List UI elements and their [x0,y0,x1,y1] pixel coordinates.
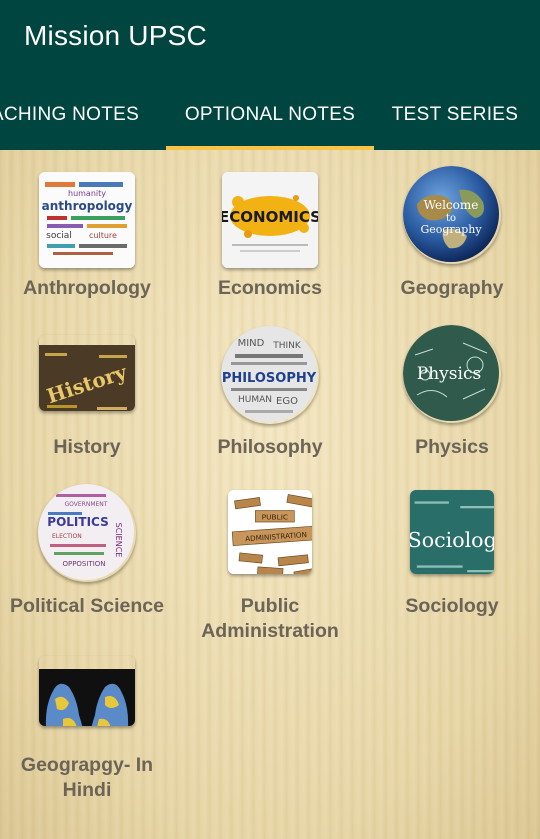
sociology-board-icon: Sociology [410,490,494,574]
svg-text:Physics: Physics [417,364,481,384]
subject-label: Political Science [10,595,164,617]
subject-label: History [53,436,121,458]
public-administration-blocks-icon: PUBLIC ADMINISTRATION [228,490,312,574]
svg-text:GOVERNMENT: GOVERNMENT [65,501,108,508]
svg-text:anthropology: anthropology [42,199,133,213]
svg-text:Geography: Geography [420,223,482,236]
tab-bar: ACHING NOTES OPTIONAL NOTES TEST SERIES [0,86,540,150]
svg-text:OPPOSITION: OPPOSITION [62,560,105,568]
svg-text:THINK: THINK [272,341,302,351]
svg-text:Welcome: Welcome [424,198,479,212]
subject-label: Economics [217,277,323,299]
subject-label: Geography [400,277,504,299]
svg-text:EGO: EGO [276,396,298,407]
philosophy-wordcloud-icon: MIND THINK PHILOSOPHY HUMAN EGO [221,326,319,424]
anthropology-wordcloud-icon: humanity anthropology social culture [39,172,135,268]
subject-label: Physics [415,436,489,458]
svg-text:SCIENCE: SCIENCE [114,523,123,558]
globe-icon: Welcome to Geography [403,166,501,264]
svg-text:social: social [46,231,72,241]
app-title: Mission UPSC [24,20,207,51]
tab-coaching-notes[interactable]: ACHING NOTES [0,86,148,150]
svg-text:PHILOSOPHY: PHILOSOPHY [222,371,317,386]
svg-text:MIND: MIND [238,338,265,349]
subject-label: Anthropology [23,277,151,299]
subject-label: Geograpgy- In Hindi [20,754,154,801]
politics-wordcloud-icon: GOVERNMENT POLITICS ELECTION SCIENCE OPP… [38,484,136,582]
svg-text:culture: culture [89,231,117,240]
app-bar: Mission UPSC ACHING NOTES OPTIONAL NOTES… [0,0,540,150]
svg-text:PUBLIC: PUBLIC [262,513,288,522]
tab-optional-notes[interactable]: OPTIONAL NOTES [166,86,374,150]
svg-text:humanity: humanity [68,189,106,198]
subject-label: Philosophy [217,436,323,458]
subject-label: Sociology [405,595,499,617]
history-wordcloud-icon: History [39,335,135,411]
svg-text:HUMAN: HUMAN [238,395,272,405]
svg-text:ELECTION: ELECTION [52,533,82,540]
hands-world-map-icon [39,656,135,726]
physics-chalkboard-icon: Physics [403,325,501,423]
subject-grid: humanity anthropology social culture Ant… [0,150,540,839]
svg-text:Sociology: Sociology [410,528,494,552]
svg-text:ECONOMICS: ECONOMICS [222,208,318,226]
economics-splash-icon: ECONOMICS [222,172,318,268]
tab-test-series[interactable]: TEST SERIES [380,86,530,150]
subject-label: Public Administration [201,595,339,642]
svg-text:POLITICS: POLITICS [47,515,108,529]
